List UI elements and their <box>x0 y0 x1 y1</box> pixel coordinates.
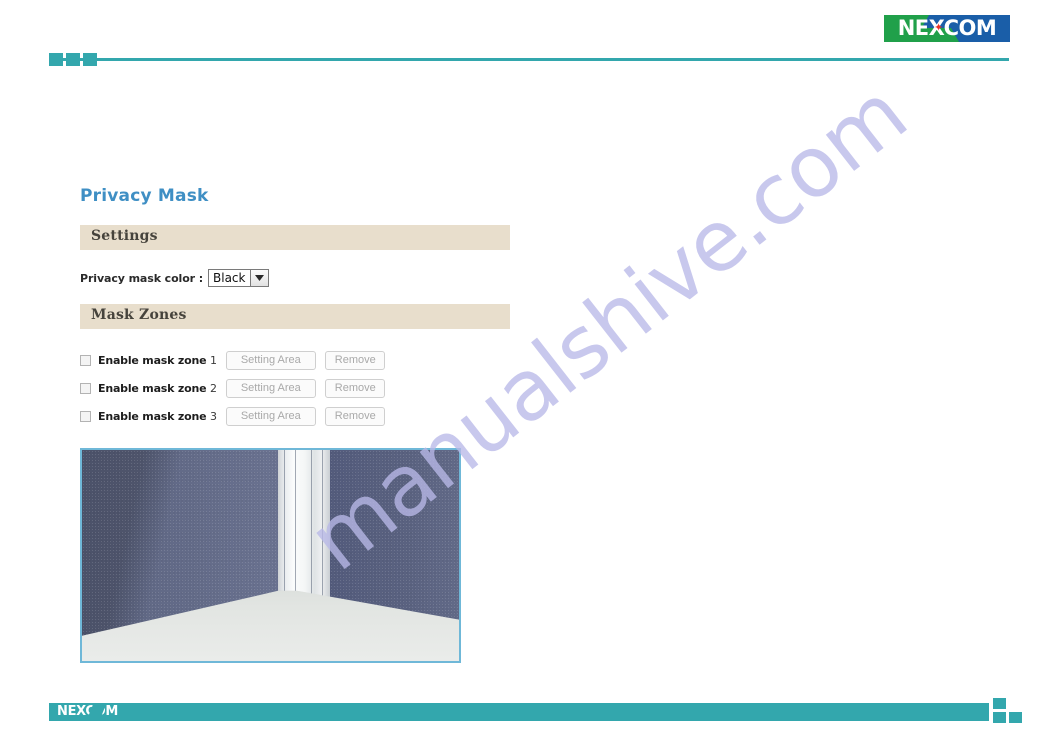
logo-wordmark: NEXCOM <box>897 16 997 40</box>
settings-section-label: Settings <box>91 228 158 244</box>
zone-number: 2 <box>209 381 217 395</box>
star-icon: ✦ <box>934 22 944 34</box>
footer-bar: NEXCOM <box>49 703 989 721</box>
header-divider <box>49 58 1009 61</box>
privacy-mask-color-value: Black <box>209 270 251 286</box>
setting-area-button-zone-3[interactable]: Setting Area <box>225 406 316 426</box>
mask-zone-row: Enable mask zone 2 Setting Area Remove <box>80 377 385 399</box>
page-title: Privacy Mask <box>80 186 209 206</box>
privacy-mask-color-row: Privacy mask color : Black <box>80 268 270 288</box>
mask-zones-section-header: Mask Zones <box>80 304 510 329</box>
chevron-down-icon[interactable] <box>250 270 269 286</box>
footer-accent-square-top <box>993 698 1006 709</box>
zone-number: 3 <box>209 409 217 423</box>
video-corner-post <box>278 450 330 606</box>
zone-label-text: Enable mask zone <box>98 409 207 423</box>
nexcom-logo: NEXCOM ✦ <box>884 15 1010 42</box>
footer-accent-square-bottom-2 <box>1009 712 1022 723</box>
video-preview-canvas <box>82 450 459 661</box>
enable-mask-zone-3-label: Enable mask zone 3 <box>98 410 217 423</box>
setting-area-button-zone-1[interactable]: Setting Area <box>225 350 316 370</box>
footer-accent-square-bottom-1 <box>993 712 1006 723</box>
video-preview[interactable] <box>80 448 461 663</box>
enable-mask-zone-2-label: Enable mask zone 2 <box>98 382 217 395</box>
remove-button-zone-1[interactable]: Remove <box>324 350 385 370</box>
header-accent-square-1 <box>49 53 63 66</box>
mask-zone-row: Enable mask zone 3 Setting Area Remove <box>80 405 385 427</box>
setting-area-button-zone-2[interactable]: Setting Area <box>225 378 316 398</box>
zone-label-text: Enable mask zone <box>98 381 207 395</box>
privacy-mask-color-label: Privacy mask color : <box>80 271 204 285</box>
header-accent-square-3 <box>83 53 97 66</box>
enable-mask-zone-3-checkbox[interactable] <box>80 410 91 422</box>
privacy-mask-color-select[interactable]: Black <box>208 269 270 287</box>
mask-zone-row: Enable mask zone 1 Setting Area Remove <box>80 349 385 371</box>
zone-label-text: Enable mask zone <box>98 353 207 367</box>
remove-button-zone-2[interactable]: Remove <box>324 378 385 398</box>
enable-mask-zone-2-checkbox[interactable] <box>80 382 91 394</box>
remove-button-zone-3[interactable]: Remove <box>324 406 385 426</box>
settings-section-header: Settings <box>80 225 510 250</box>
enable-mask-zone-1-checkbox[interactable] <box>80 354 91 366</box>
zone-number: 1 <box>209 353 217 367</box>
header-accent-square-2 <box>66 53 80 66</box>
enable-mask-zone-1-label: Enable mask zone 1 <box>98 354 217 367</box>
mask-zones-section-label: Mask Zones <box>91 307 187 323</box>
